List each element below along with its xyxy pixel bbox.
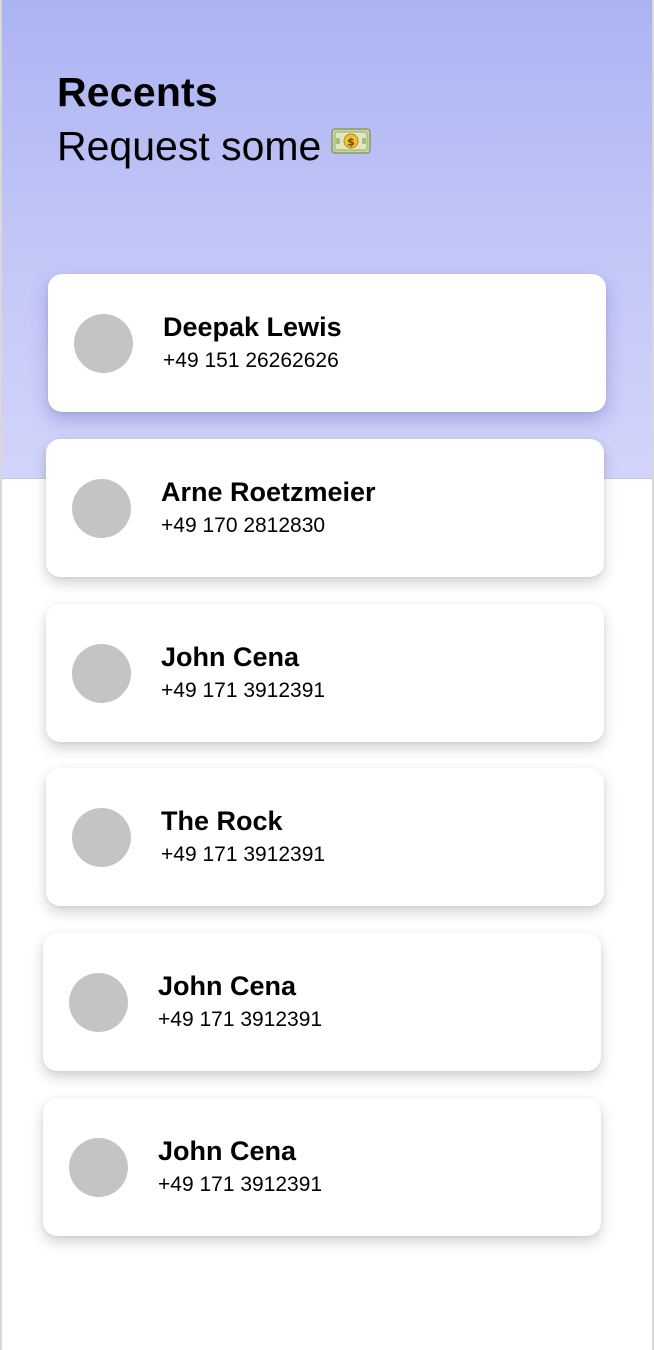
contact-name: John Cena [158,1136,297,1166]
contact-card[interactable]: John Cena +49 171 3912391 [46,604,604,742]
contact-name: Deepak Lewis [163,312,342,342]
avatar [69,973,128,1032]
avatar [72,644,131,703]
contact-card[interactable]: John Cena +49 171 3912391 [43,933,601,1071]
contact-name: John Cena [158,971,297,1001]
contact-name: Arne Roetzmeier [161,477,376,507]
contact-phone: +49 151 26262626 [163,349,339,372]
contact-phone: +49 171 3912391 [158,1173,323,1196]
contact-name: John Cena [161,642,300,672]
contact-phone: +49 171 3912391 [161,843,326,866]
contact-phone: +49 171 3912391 [158,1008,323,1031]
recent-contacts-list: Deepak Lewis +49 151 26262626 Arne Roetz… [0,0,654,1350]
avatar [72,808,131,867]
contact-card[interactable]: Deepak Lewis +49 151 26262626 [48,274,606,412]
contact-name: The Rock [161,806,283,836]
avatar [74,314,133,373]
avatar [69,1138,128,1197]
contact-card[interactable]: Arne Roetzmeier +49 170 2812830 [46,439,604,577]
contact-card[interactable]: John Cena +49 171 3912391 [43,1098,601,1236]
avatar [72,479,131,538]
contact-phone: +49 171 3912391 [161,679,326,702]
contact-phone: +49 170 2812830 [161,514,326,537]
contact-card[interactable]: The Rock +49 171 3912391 [46,768,604,906]
